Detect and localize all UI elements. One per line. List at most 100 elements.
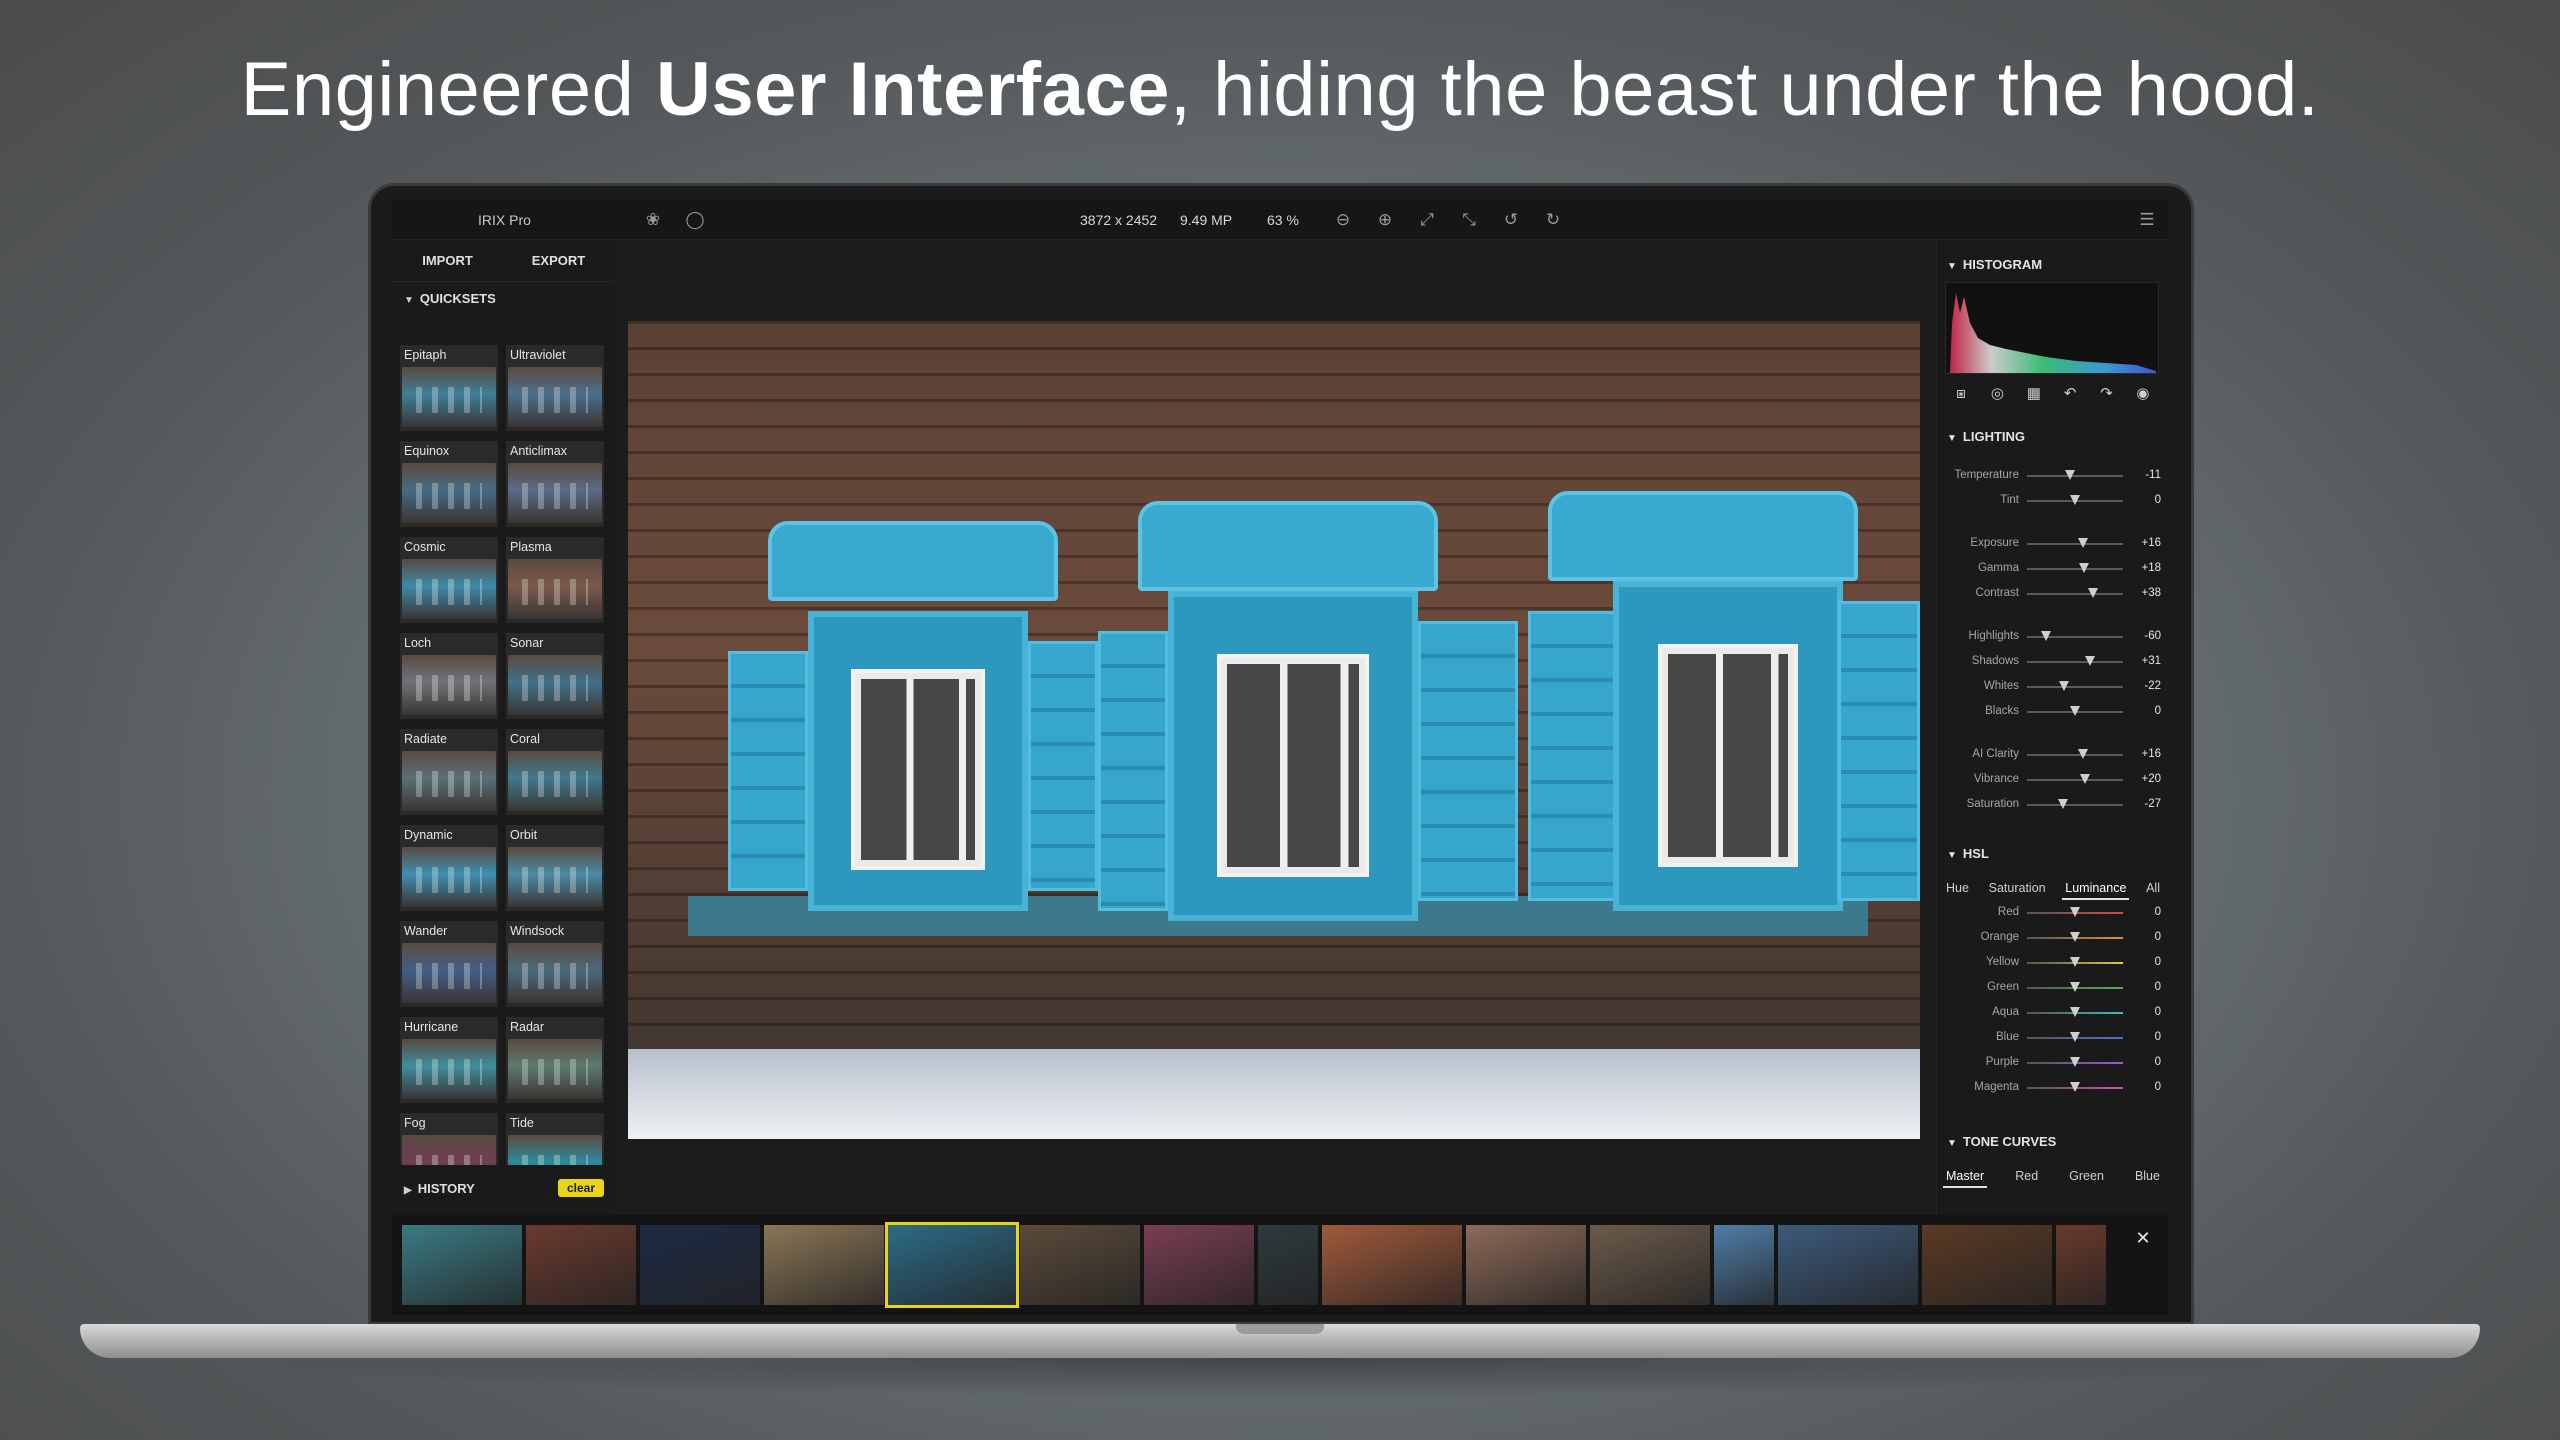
quickset-item[interactable]: Sonar xyxy=(506,633,604,719)
tab-green[interactable]: Green xyxy=(2066,1164,2107,1188)
slider-tint[interactable]: Tint 0 xyxy=(1937,491,2168,511)
slider-handle[interactable] xyxy=(2085,656,2096,666)
slider-track[interactable] xyxy=(2027,774,2123,784)
slider-yellow[interactable]: Yellow 0 xyxy=(1937,953,2168,973)
filmstrip-thumbnail[interactable] xyxy=(1258,1225,1318,1305)
actual-size-icon[interactable]: ⤡ xyxy=(1458,209,1480,231)
tab-all[interactable]: All xyxy=(2143,876,2163,900)
menu-icon[interactable]: ☰ xyxy=(2136,209,2158,231)
slider-track[interactable] xyxy=(2027,799,2123,809)
slider-track[interactable] xyxy=(2027,631,2123,641)
quickset-item[interactable]: Cosmic xyxy=(400,537,498,623)
slider-track[interactable] xyxy=(2027,1007,2123,1017)
quickset-item[interactable]: Tide xyxy=(506,1113,604,1165)
filmstrip-thumbnail[interactable] xyxy=(640,1225,760,1305)
zoom-level[interactable]: 63 % xyxy=(1267,212,1299,228)
filmstrip-thumbnail[interactable] xyxy=(402,1225,522,1305)
slider-vibrance[interactable]: Vibrance +20 xyxy=(1937,770,2168,790)
tab-hue[interactable]: Hue xyxy=(1943,876,1972,900)
slider-track[interactable] xyxy=(2027,656,2123,666)
tab-blue[interactable]: Blue xyxy=(2132,1164,2163,1188)
tone-curves-header[interactable]: ▼ TONE CURVES xyxy=(1937,1129,2168,1155)
slider-aqua[interactable]: Aqua 0 xyxy=(1937,1003,2168,1023)
fit-screen-icon[interactable]: ⤢ xyxy=(1416,209,1438,231)
slider-track[interactable] xyxy=(2027,982,2123,992)
slider-handle[interactable] xyxy=(2088,588,2099,598)
slider-handle[interactable] xyxy=(2077,538,2088,548)
zoom-out-icon[interactable]: ⊖ xyxy=(1332,209,1354,231)
quickset-item[interactable]: Ultraviolet xyxy=(506,345,604,431)
slider-track[interactable] xyxy=(2027,563,2123,573)
close-icon[interactable]: ✕ xyxy=(2130,1225,2156,1251)
filmstrip-thumbnail[interactable] xyxy=(1590,1225,1710,1305)
zoom-in-icon[interactable]: ⊕ xyxy=(1374,209,1396,231)
quickset-item[interactable]: Anticlimax xyxy=(506,441,604,527)
main-photo[interactable] xyxy=(628,321,1920,1139)
quickset-item[interactable]: Radiate xyxy=(400,729,498,815)
tab-luminance[interactable]: Luminance xyxy=(2062,876,2130,900)
slider-track[interactable] xyxy=(2027,932,2123,942)
lighting-header[interactable]: ▼ LIGHTING xyxy=(1937,424,2168,450)
quicksets-header[interactable]: ▼ QUICKSETS xyxy=(392,282,614,316)
slider-shadows[interactable]: Shadows +31 xyxy=(1937,652,2168,672)
slider-track[interactable] xyxy=(2027,1082,2123,1092)
slider-handle[interactable] xyxy=(2070,957,2080,967)
slider-track[interactable] xyxy=(2027,706,2123,716)
slider-temperature[interactable]: Temperature -11 xyxy=(1937,466,2168,486)
filmstrip-thumbnail[interactable] xyxy=(1922,1225,2052,1305)
filmstrip-thumbnail[interactable] xyxy=(526,1225,636,1305)
compare-icon[interactable]: ◯ xyxy=(684,209,706,231)
slider-whites[interactable]: Whites -22 xyxy=(1937,677,2168,697)
slider-handle[interactable] xyxy=(2059,681,2070,691)
slider-track[interactable] xyxy=(2027,495,2123,505)
slider-handle[interactable] xyxy=(2065,470,2076,480)
slider-track[interactable] xyxy=(2027,681,2123,691)
slider-ai-clarity[interactable]: AI Clarity +16 xyxy=(1937,745,2168,765)
slider-magenta[interactable]: Magenta 0 xyxy=(1937,1078,2168,1098)
slider-blue[interactable]: Blue 0 xyxy=(1937,1028,2168,1048)
rotate-right-icon[interactable]: ↻ xyxy=(1542,209,1564,231)
quickset-item[interactable]: Loch xyxy=(400,633,498,719)
quickset-item[interactable]: Epitaph xyxy=(400,345,498,431)
slider-track[interactable] xyxy=(2027,1032,2123,1042)
undo-icon[interactable]: ↶ xyxy=(2058,382,2082,406)
slider-green[interactable]: Green 0 xyxy=(1937,978,2168,998)
slider-track[interactable] xyxy=(2027,1057,2123,1067)
filmstrip-thumbnail[interactable] xyxy=(1144,1225,1254,1305)
slider-exposure[interactable]: Exposure +16 xyxy=(1937,534,2168,554)
filmstrip-thumbnail[interactable] xyxy=(1466,1225,1586,1305)
quickset-item[interactable]: Equinox xyxy=(400,441,498,527)
crop-icon[interactable]: ⧆ xyxy=(1949,382,1973,406)
quickset-item[interactable]: Windsock xyxy=(506,921,604,1007)
eye-icon[interactable]: ◉ xyxy=(2131,382,2155,406)
slider-handle[interactable] xyxy=(2079,774,2090,784)
slider-track[interactable] xyxy=(2027,588,2123,598)
export-button[interactable]: EXPORT xyxy=(503,240,614,281)
import-button[interactable]: IMPORT xyxy=(392,240,503,281)
slider-handle[interactable] xyxy=(2070,1082,2080,1092)
quickset-item[interactable]: Radar xyxy=(506,1017,604,1103)
slider-track[interactable] xyxy=(2027,470,2123,480)
slider-handle[interactable] xyxy=(2070,1057,2080,1067)
slider-blacks[interactable]: Blacks 0 xyxy=(1937,702,2168,722)
slider-handle[interactable] xyxy=(2070,706,2080,716)
slider-handle[interactable] xyxy=(2070,1032,2080,1042)
effects-icon[interactable]: ❀ xyxy=(642,209,664,231)
slider-handle[interactable] xyxy=(2070,907,2080,917)
tab-red[interactable]: Red xyxy=(2012,1164,2041,1188)
filmstrip-thumbnail[interactable] xyxy=(1020,1225,1140,1305)
quickset-item[interactable]: Coral xyxy=(506,729,604,815)
slider-handle[interactable] xyxy=(2078,563,2089,573)
slider-track[interactable] xyxy=(2027,957,2123,967)
mask-icon[interactable]: ▦ xyxy=(2022,382,2046,406)
slider-handle[interactable] xyxy=(2041,631,2052,641)
slider-handle[interactable] xyxy=(2070,495,2080,505)
slider-handle[interactable] xyxy=(2070,932,2080,942)
slider-red[interactable]: Red 0 xyxy=(1937,903,2168,923)
slider-purple[interactable]: Purple 0 xyxy=(1937,1053,2168,1073)
slider-track[interactable] xyxy=(2027,538,2123,548)
histogram-header[interactable]: ▼ HISTOGRAM xyxy=(1937,252,2168,278)
slider-track[interactable] xyxy=(2027,907,2123,917)
slider-saturation[interactable]: Saturation -27 xyxy=(1937,795,2168,815)
slider-handle[interactable] xyxy=(2057,799,2068,809)
